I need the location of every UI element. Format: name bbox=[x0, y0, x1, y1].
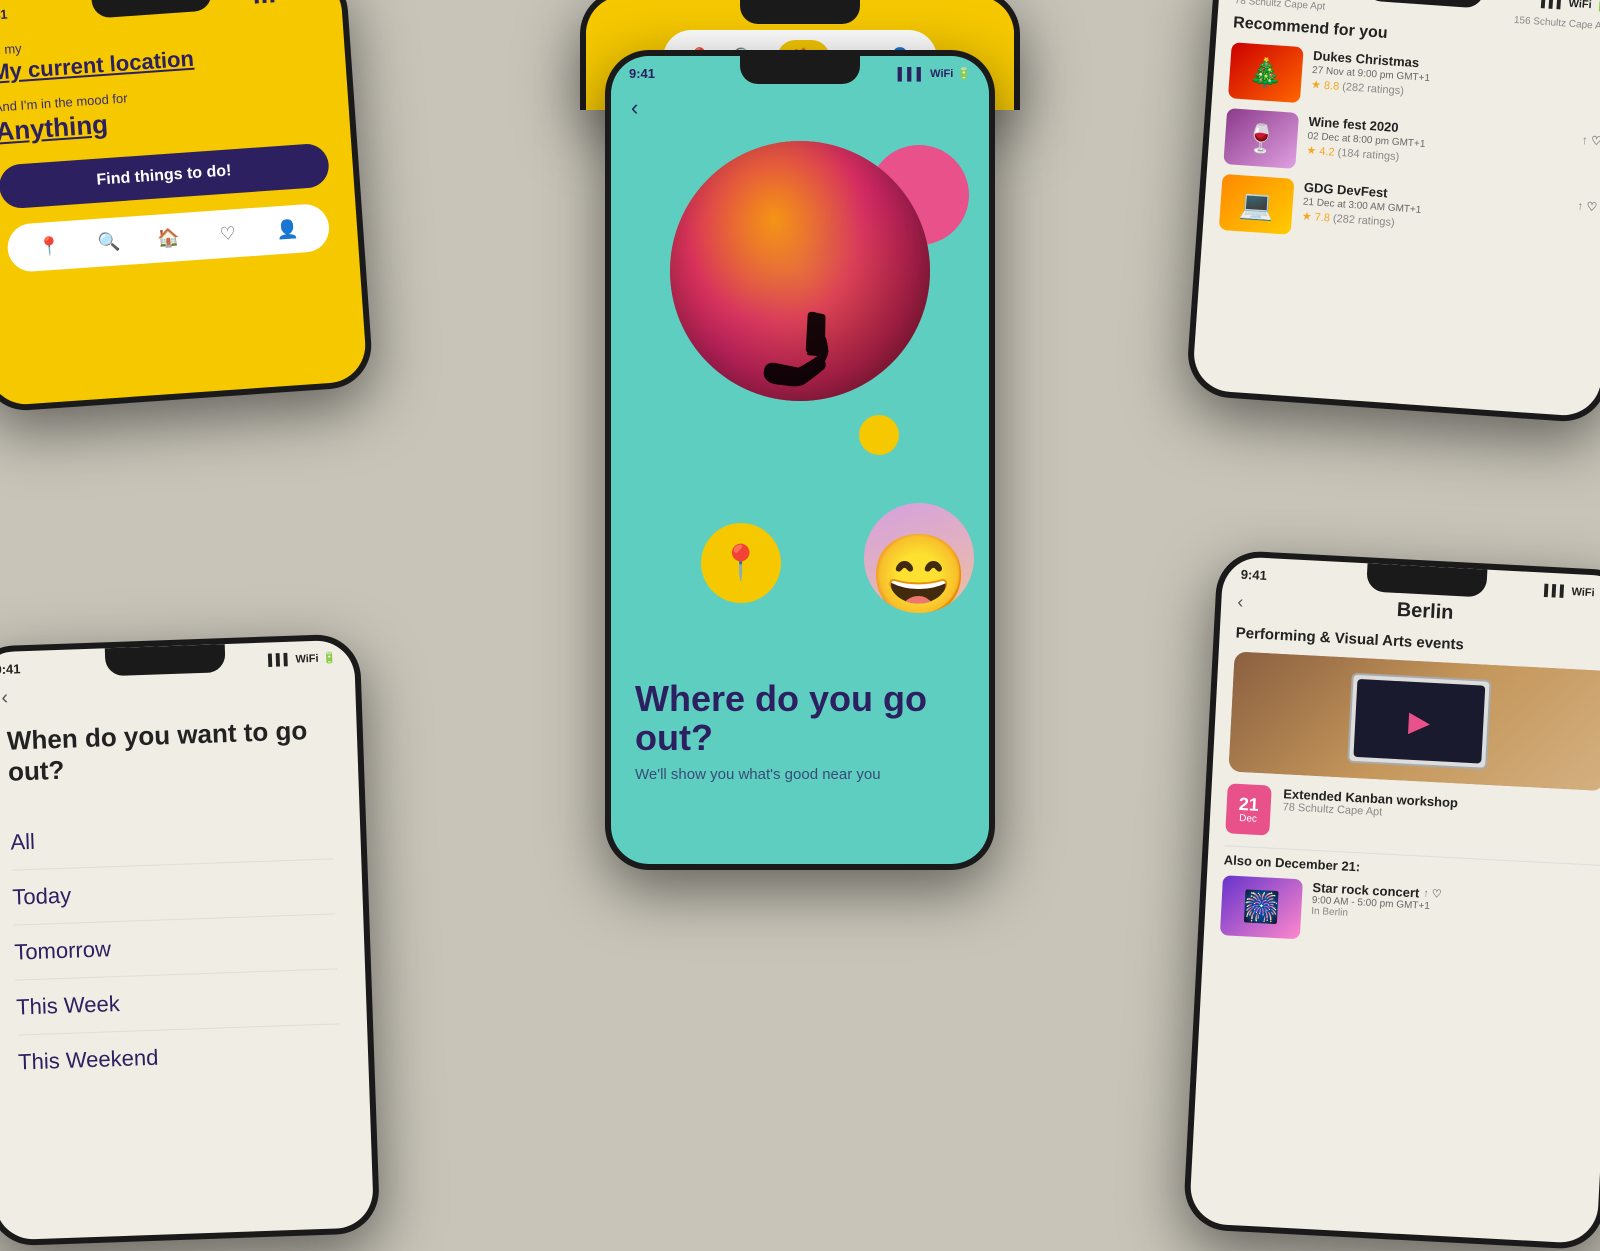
nav-home-icon[interactable]: 🏠 bbox=[153, 223, 183, 253]
christmas-thumb: 🎄 bbox=[1228, 42, 1304, 103]
devfest-thumb: 💻 bbox=[1219, 174, 1295, 235]
location-bubble: 📍 bbox=[701, 523, 781, 603]
also-event-row: 🎆 Star rock concert ↑ ♡ 9:00 AM - 5:00 p… bbox=[1220, 875, 1599, 955]
laptop-icon: ▶ bbox=[1408, 704, 1431, 738]
phone-bottom-right: 9:41 ▌▌▌WiFi🔋 ‹ Berlin Performing & Visu… bbox=[1182, 549, 1600, 1250]
nav-location-icon[interactable]: 📍 bbox=[34, 231, 64, 261]
time-bottom-left: 9:41 bbox=[0, 661, 21, 677]
person-circle: 😄 bbox=[864, 503, 974, 613]
time-berlin: 9:41 bbox=[1240, 567, 1267, 583]
address-2: 156 Schultz Cape Apt bbox=[1514, 15, 1600, 33]
person-icon: 😄 bbox=[869, 529, 969, 613]
address-1: 78 Schultz Cape Apt bbox=[1234, 0, 1325, 13]
wine-thumb: 🍷 bbox=[1223, 108, 1299, 169]
status-icons-bottom-left: ▌▌▌WiFi🔋 bbox=[268, 651, 337, 666]
featured-event-row: 21 Dec Extended Kanban workshop 78 Schul… bbox=[1225, 783, 1600, 853]
nav-person-icon[interactable]: 👤 bbox=[272, 215, 302, 245]
time-yellow: 9:41 bbox=[0, 7, 8, 24]
nav-search-icon[interactable]: 🔍 bbox=[94, 227, 124, 257]
phone-yellow: 9:41 ▌▌▌WiFi🔋 In my My current location … bbox=[0, 0, 374, 413]
status-icons-top-right: ▌▌▌WiFi🔋 bbox=[1541, 0, 1600, 13]
nav-heart-icon[interactable]: ♡ bbox=[213, 219, 243, 249]
find-things-button[interactable]: Find things to do! bbox=[0, 143, 330, 210]
yellow-dot-decoration bbox=[859, 415, 899, 455]
status-icons-berlin: ▌▌▌WiFi🔋 bbox=[1544, 584, 1600, 601]
schedule-title: When do you want to go out? bbox=[6, 715, 330, 789]
star-rock-thumb: 🎆 bbox=[1220, 875, 1303, 939]
concert-image: 🤳 bbox=[670, 141, 930, 401]
status-icons-center: ▌▌▌ WiFi 🔋 bbox=[898, 67, 971, 81]
status-icons-yellow: ▌▌▌WiFi🔋 bbox=[254, 0, 323, 3]
back-button-berlin[interactable]: ‹ bbox=[1237, 592, 1244, 613]
bottom-nav-yellow: 📍 🔍 🏠 ♡ 👤 bbox=[6, 203, 331, 273]
hero-subtitle: We'll show you what's good near you bbox=[635, 766, 965, 783]
hero-title: Where do you go out? bbox=[635, 679, 965, 758]
concert-silhouette-icon: 🤳 bbox=[756, 309, 843, 391]
phone-top-right: 9:41 ▌▌▌WiFi🔋 78 Schultz Cape Apt 156 Sc… bbox=[1185, 0, 1600, 424]
location-pin-icon: 📍 bbox=[720, 543, 762, 583]
time-center: 9:41 bbox=[629, 66, 655, 81]
phone-bottom-left: 9:41 ▌▌▌WiFi🔋 ‹ When do you want to go o… bbox=[0, 633, 380, 1246]
event-card-devfest: 💻 GDG DevFest ↑ ♡ 21 Dec at 3:00 AM GMT+… bbox=[1219, 174, 1598, 256]
back-button-center[interactable]: ‹ bbox=[631, 95, 638, 121]
berlin-city-title: Berlin bbox=[1396, 599, 1454, 625]
phone-center: 9:41 ▌▌▌ WiFi 🔋 ‹ 🤳 📍 bbox=[605, 50, 995, 870]
schedule-this-weekend[interactable]: This Weekend bbox=[17, 1025, 341, 1090]
berlin-hero-image: ▶ bbox=[1228, 651, 1600, 791]
date-badge: 21 Dec bbox=[1225, 783, 1272, 835]
